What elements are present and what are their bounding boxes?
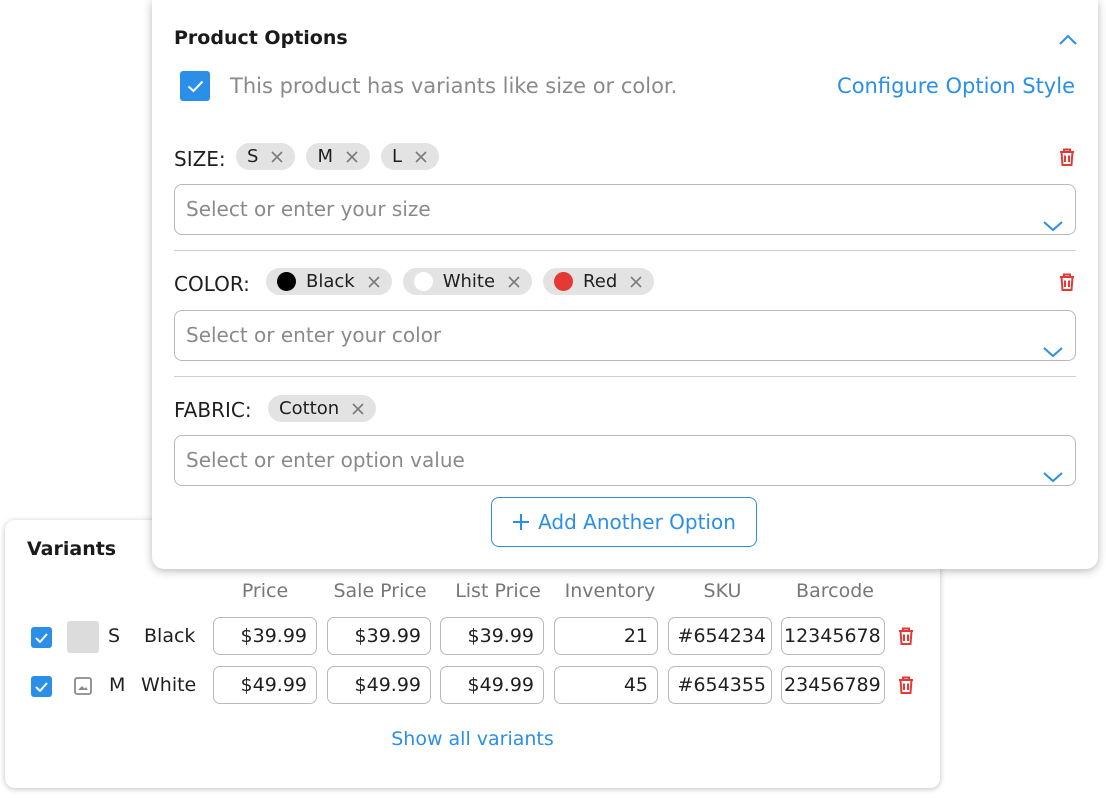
checkmark-icon	[35, 681, 48, 692]
option-label: COLOR:	[174, 272, 250, 296]
variant-inventory-input[interactable]: 21	[554, 617, 658, 655]
close-icon[interactable]	[507, 275, 521, 289]
variant-list-price-input[interactable]: $39.99	[440, 617, 544, 655]
option-chip[interactable]: Red	[543, 268, 655, 295]
option-label: SIZE:	[174, 147, 226, 171]
chip-label: M	[317, 146, 333, 167]
chip-label: Cotton	[279, 398, 340, 419]
delete-variant-trash-icon[interactable]	[897, 626, 915, 650]
show-all-variants-link[interactable]: Show all variants	[5, 728, 940, 750]
variant-row: M White $49.99 $49.99 $49.99 45 #654355 …	[5, 666, 940, 706]
variant-price-input[interactable]: $49.99	[213, 666, 317, 704]
option-group-size: SIZE: S M L Select or enter your size	[174, 143, 1076, 235]
option-chip[interactable]: L	[380, 143, 439, 170]
column-header-sku: SKU	[703, 580, 742, 602]
option-value-select-input[interactable]: Select or enter option value	[174, 435, 1076, 486]
variant-checkbox[interactable]	[31, 676, 52, 697]
variant-size: M	[109, 674, 126, 696]
option-group-fabric: FABRIC: Cotton Select or enter option va…	[174, 394, 1076, 486]
variant-color: White	[141, 674, 197, 696]
product-options-card: Product Options This product has variant…	[152, 0, 1098, 569]
variant-list-price-input[interactable]: $49.99	[440, 666, 544, 704]
close-icon[interactable]	[414, 150, 428, 164]
column-header-barcode: Barcode	[796, 580, 874, 602]
chevron-up-icon[interactable]	[1058, 31, 1078, 50]
close-icon[interactable]	[367, 275, 381, 289]
variant-barcode-input[interactable]: 23456789	[781, 666, 885, 704]
option-label: FABRIC:	[174, 398, 252, 422]
variant-color: Black	[144, 625, 196, 647]
delete-option-trash-icon[interactable]	[1058, 147, 1076, 171]
variant-sku-input[interactable]: #654355	[668, 666, 772, 704]
option-values: S M L	[236, 143, 439, 170]
chip-label: Black	[306, 271, 355, 292]
variant-price-input[interactable]: $39.99	[213, 617, 317, 655]
color-swatch-red	[554, 272, 574, 291]
variant-checkbox[interactable]	[31, 627, 52, 648]
delete-option-trash-icon[interactable]	[1058, 272, 1076, 296]
option-values: Black White Red	[266, 268, 655, 295]
variant-sale-price-input[interactable]: $49.99	[327, 666, 431, 704]
variant-size: S	[108, 625, 121, 647]
select-placeholder: Select or enter your size	[186, 197, 431, 221]
divider	[174, 250, 1076, 251]
option-group-color: COLOR: Black White Red Select or enter y…	[174, 268, 1076, 361]
option-chip[interactable]: Cotton	[268, 395, 377, 422]
option-chip[interactable]: S	[236, 143, 296, 170]
variants-title: Variants	[27, 538, 117, 560]
color-select-input[interactable]: Select or enter your color	[174, 310, 1076, 361]
close-icon[interactable]	[629, 275, 643, 289]
product-options-title: Product Options	[174, 27, 348, 49]
size-select-input[interactable]: Select or enter your size	[174, 184, 1076, 235]
variant-barcode-input[interactable]: 12345678	[781, 617, 885, 655]
column-header-sale-price: Sale Price	[333, 580, 427, 602]
chip-label: White	[442, 271, 496, 292]
checkmark-icon	[35, 632, 48, 643]
has-variants-label: This product has variants like size or c…	[230, 74, 678, 98]
option-chip[interactable]: M	[306, 143, 370, 170]
has-variants-checkbox[interactable]	[180, 71, 210, 101]
option-chip[interactable]: White	[402, 268, 533, 295]
variant-sku-input[interactable]: #654234	[668, 617, 772, 655]
select-placeholder: Select or enter your color	[186, 323, 442, 347]
add-another-option-button[interactable]: Add Another Option	[491, 497, 757, 547]
option-chip[interactable]: Black	[266, 268, 392, 295]
variant-color-swatch[interactable]	[67, 621, 99, 653]
chip-label: Red	[583, 271, 618, 292]
plus-icon	[512, 513, 530, 531]
column-header-list-price: List Price	[455, 580, 541, 602]
configure-option-style-link[interactable]: Configure Option Style	[837, 74, 1075, 98]
divider	[174, 376, 1076, 377]
color-swatch-black	[277, 272, 296, 291]
close-icon[interactable]	[345, 150, 359, 164]
close-icon[interactable]	[351, 402, 365, 416]
close-icon[interactable]	[270, 150, 284, 164]
option-values: Cotton	[268, 395, 377, 422]
variant-inventory-input[interactable]: 45	[554, 666, 658, 704]
chip-label: L	[391, 146, 402, 167]
variant-row: S Black $39.99 $39.99 $39.99 21 #654234 …	[5, 617, 940, 657]
chevron-down-icon[interactable]	[1042, 202, 1064, 251]
image-placeholder-icon[interactable]	[67, 670, 99, 702]
column-header-price: Price	[241, 580, 289, 602]
chevron-down-icon[interactable]	[1042, 328, 1064, 377]
add-option-label: Add Another Option	[538, 510, 736, 534]
chip-label: S	[247, 146, 259, 167]
checkmark-icon	[187, 80, 203, 92]
column-header-inventory: Inventory	[564, 580, 656, 602]
chevron-down-icon[interactable]	[1042, 453, 1064, 502]
select-placeholder: Select or enter option value	[186, 448, 465, 472]
delete-variant-trash-icon[interactable]	[897, 675, 915, 699]
variant-sale-price-input[interactable]: $39.99	[327, 617, 431, 655]
color-swatch-white	[413, 272, 433, 291]
